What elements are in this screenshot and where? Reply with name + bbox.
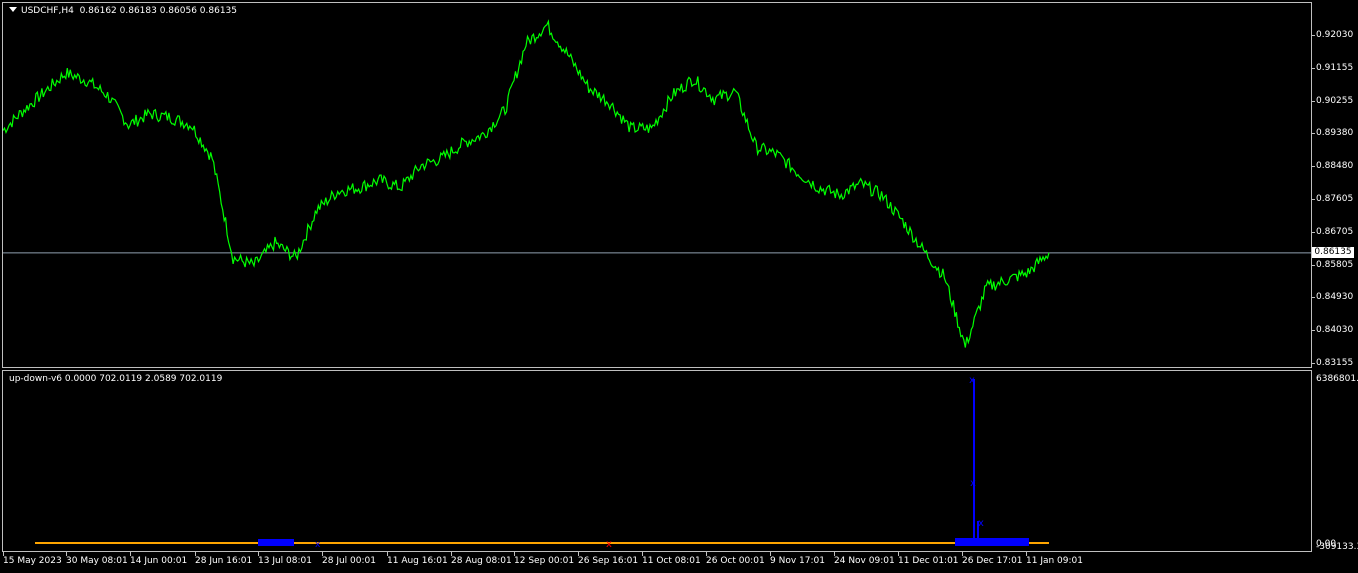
price-axis-label: 0.87605 (1316, 194, 1354, 204)
current-price-label: 0.86135 (1312, 246, 1354, 258)
price-axis-label: 0.84930 (1316, 292, 1354, 303)
price-axis-tick (1312, 35, 1315, 36)
price-axis-label: 0.92030 (1316, 30, 1354, 40)
marker-cross: x (315, 540, 321, 550)
marker-cross-mid: x (970, 478, 976, 489)
time-axis-label: 11 Oct 08:01 (642, 556, 701, 566)
marker-cross-top: x (969, 375, 975, 386)
time-axis-label: 11 Jan 09:01 (1026, 556, 1083, 566)
time-axis-label: 12 Sep 00:01 (514, 556, 575, 566)
time-axis-label: 24 Nov 09:01 (834, 556, 895, 566)
indicator-axis-bottom: -309133.3 (1316, 542, 1358, 552)
time-axis-label: 15 May 2023 (3, 556, 62, 566)
price-axis-tick (1312, 264, 1315, 266)
price-axis-tick (1312, 166, 1315, 168)
marker-cross-red: x (606, 539, 612, 550)
time-axis-label: 28 Jun 16:01 (195, 556, 253, 566)
time-axis-label: 28 Jul 00:01 (322, 556, 376, 566)
time-axis-label: 13 Jul 08:01 (258, 556, 312, 566)
price-axis-label: 0.88480 (1316, 161, 1354, 172)
indicator-cluster-jul (258, 539, 294, 546)
price-axis-tick (1312, 330, 1315, 332)
time-axis-label: 26 Dec 17:01 (962, 556, 1023, 566)
price-axis-label: 0.90255 (1316, 95, 1354, 106)
price-axis-tick (1312, 100, 1315, 102)
price-axis-label: 0.85805 (1316, 259, 1354, 270)
price-chart-pane[interactable]: USDCHF,H4 0.86162 0.86183 0.86056 0.8613… (2, 2, 1312, 368)
price-axis-tick (1312, 67, 1315, 69)
indicator-chart: x x x x x (35, 375, 1049, 550)
time-axis-label: 30 May 08:01 (66, 556, 128, 566)
marker-cross-low: x (978, 518, 984, 529)
time-axis-label: 14 Jun 00:01 (130, 556, 188, 566)
time-axis-label: 26 Sep 16:01 (578, 556, 639, 566)
price-axis-tick (1312, 133, 1315, 135)
price-axis-label: 0.89380 (1316, 128, 1354, 139)
time-axis-label: 28 Aug 08:01 (451, 556, 512, 566)
indicator-axis-top: 6386801.2 (1316, 374, 1358, 384)
time-axis-label: 26 Oct 00:01 (706, 556, 765, 566)
price-line-chart (3, 19, 1311, 348)
time-axis-label: 11 Aug 16:01 (387, 556, 448, 566)
price-axis-tick (1312, 363, 1315, 364)
indicator-pane[interactable]: up-down-v6 0.0000 702.0119 2.0589 702.01… (2, 370, 1312, 552)
price-axis-tick (1312, 231, 1315, 233)
price-axis-label: 0.91155 (1316, 62, 1354, 73)
price-axis-tick (1312, 297, 1315, 299)
indicator-cluster-dec (955, 538, 1029, 546)
price-axis-label: 0.86705 (1316, 226, 1354, 237)
time-axis-label: 9 Nov 17:01 (770, 556, 825, 566)
price-axis-label: 0.84030 (1316, 325, 1354, 336)
price-series-line (3, 19, 1050, 348)
time-axis-label: 11 Dec 01:01 (898, 556, 959, 566)
price-axis-tick (1312, 199, 1315, 200)
price-axis-label: 0.83155 (1316, 358, 1354, 368)
